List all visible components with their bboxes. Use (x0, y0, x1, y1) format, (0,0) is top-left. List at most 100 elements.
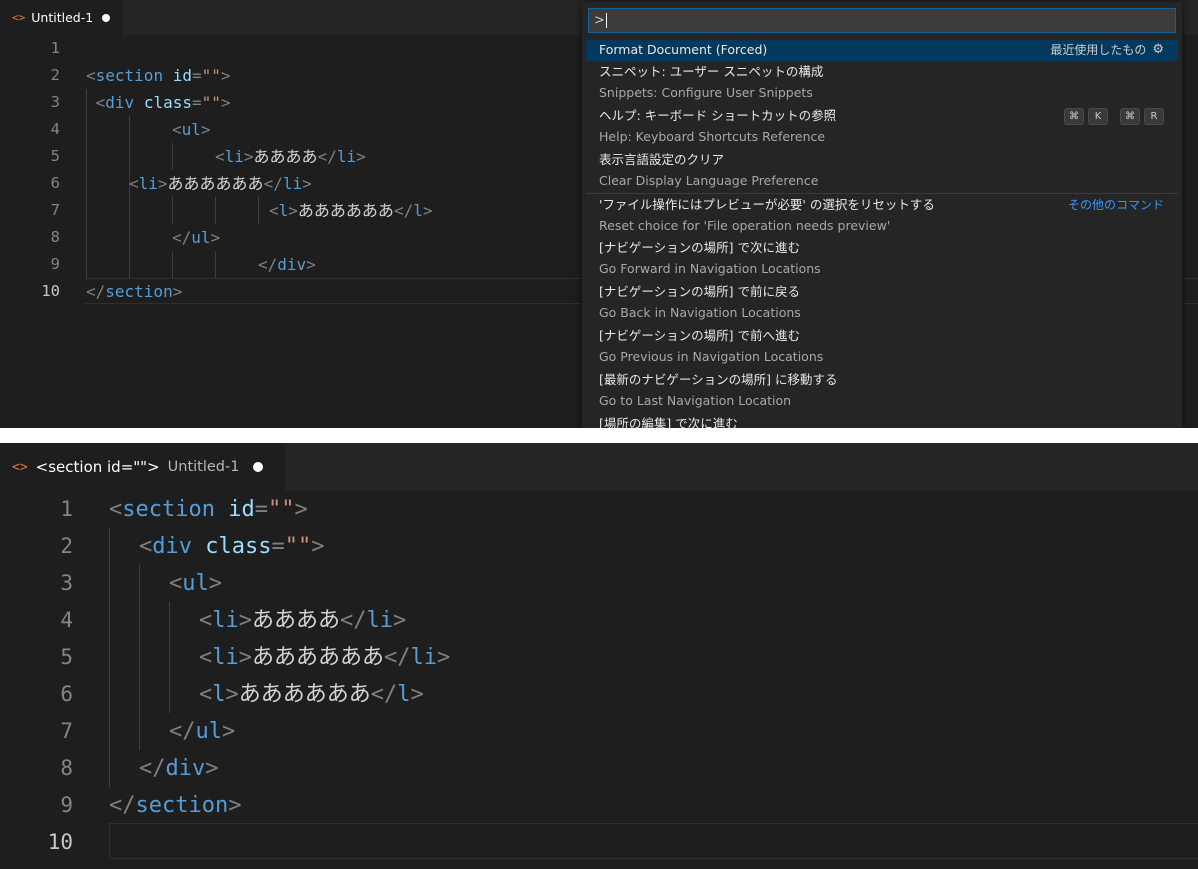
code-token: < (86, 66, 96, 85)
line-number: 8 (50, 228, 60, 246)
code-token: l (278, 201, 289, 220)
line-number: 10 (47, 830, 73, 854)
line-content: </section> (109, 787, 241, 824)
command-item[interactable]: ヘルプ: キーボード ショートカットの参照 Help: Keyboard Sho… (586, 106, 1178, 148)
code-token: div (105, 93, 135, 112)
code-token: ul (195, 719, 223, 744)
command-item[interactable]: [ナビゲーションの場所] で前に戻る Go Back in Navigation… (586, 282, 1178, 324)
command-detail: Snippets: Configure User Snippets (599, 85, 813, 100)
breadcrumb: <section id=""> (35, 458, 160, 476)
line-number: 6 (50, 174, 60, 192)
bottom-editor-window: <> <section id=""> Untitled-1 1 <section … (0, 443, 1198, 869)
code-token: li (212, 645, 239, 670)
unsaved-dot-icon[interactable] (102, 13, 111, 22)
unsaved-dot-icon[interactable] (253, 462, 264, 472)
code-token: id (228, 497, 255, 522)
command-item[interactable]: Format Document (Forced) 最近使用したもの ⚙ (586, 40, 1178, 61)
code-token: < (172, 120, 182, 139)
tab-untitled-1[interactable]: <> Untitled-1 (0, 0, 122, 35)
code-token: > (294, 497, 308, 522)
code-line: 10 (0, 824, 1198, 861)
code-token: < (129, 174, 139, 193)
code-token: ul (181, 120, 201, 139)
code-line: 7 </ul> (0, 713, 1198, 750)
code-token: < (95, 93, 106, 112)
code-token: ul (191, 228, 211, 247)
code-token: </ (86, 282, 106, 301)
command-item[interactable]: 'ファイル操作にはプレビューが必要' の選択をリセットする Reset choi… (586, 195, 1178, 237)
code-token: > (356, 147, 366, 166)
code-token: id (172, 66, 192, 85)
command-detail: Help: Keyboard Shortcuts Reference (599, 129, 826, 144)
line-content: <div class=""> (86, 89, 231, 116)
line-number: 8 (60, 756, 73, 780)
command-detail: Clear Display Language Preference (599, 173, 819, 188)
line-content: <ul> (172, 116, 211, 143)
code-token: > (205, 756, 219, 781)
code-file-icon: <> (12, 11, 26, 24)
code-token: ああああ (252, 608, 341, 633)
code-token: = (271, 534, 285, 559)
code-token: </ (317, 147, 337, 166)
command-item[interactable]: [最新のナビゲーションの場所] に移動する Go to Last Navigat… (586, 370, 1178, 412)
command-detail: Go to Last Navigation Location (599, 393, 792, 408)
panel-divider (0, 428, 1198, 443)
line-content: <li>ああああああ</li> (129, 170, 312, 197)
code-token: > (225, 682, 239, 707)
code-token: </ (384, 645, 411, 670)
line-number: 3 (60, 571, 73, 595)
code-token: > (208, 571, 222, 596)
code-token: < (215, 147, 225, 166)
code-token: class (143, 93, 192, 112)
line-content: <l>ああああああ</l> (269, 197, 432, 224)
code-token: ああああああ (167, 174, 264, 193)
other-commands-label: その他のコマンド (1067, 198, 1164, 212)
line-number: 9 (50, 255, 60, 273)
line-number: 4 (50, 120, 60, 138)
line-number: 5 (60, 645, 73, 669)
command-palette: > Format Document (Forced) 最近使用したもの ⚙ スニペ… (582, 2, 1182, 428)
code-token: li (138, 174, 158, 193)
code-token: ああああああ (238, 682, 371, 707)
code-line: 2 <div class=""> (0, 528, 1198, 565)
code-line: 4 <li>ああああ</li> (0, 602, 1198, 639)
command-item[interactable]: スニペット: ユーザー スニペットの構成 Snippets: Configure… (586, 62, 1178, 104)
code-token: > (410, 682, 424, 707)
command-detail: Go Forward in Navigation Locations (599, 261, 821, 276)
line-content: </ul> (169, 713, 235, 750)
line-number: 1 (60, 497, 73, 521)
line-number: 5 (50, 147, 60, 165)
command-item[interactable]: [場所の編集] で次に進む (586, 414, 1178, 428)
gear-icon[interactable]: ⚙ (1152, 40, 1164, 60)
code-token: ul (182, 571, 209, 596)
line-content: <section id=""> (109, 491, 308, 528)
command-palette-input[interactable]: > (588, 8, 1176, 33)
line-number: 9 (60, 793, 73, 817)
command-item[interactable]: [ナビゲーションの場所] で前へ進む Go Previous in Naviga… (586, 326, 1178, 368)
code-editor[interactable]: 1 <section id=""> 2 <div class=""> 3 <ul> 4… (0, 491, 1198, 869)
line-number: 7 (60, 719, 73, 743)
command-item[interactable]: [ナビゲーションの場所] で次に進む Go Forward in Navigat… (586, 238, 1178, 280)
command-item[interactable]: 表示言語設定のクリア Clear Display Language Prefer… (586, 150, 1178, 192)
top-editor-window: <> Untitled-1 1 2 <section id=""> 3 <div … (0, 0, 1198, 428)
code-token: section (95, 66, 164, 85)
tab-untitled-1[interactable]: <> <section id=""> Untitled-1 (0, 443, 285, 491)
code-token: </ (393, 201, 414, 220)
line-number: 3 (50, 93, 60, 111)
code-token: = (254, 497, 268, 522)
code-token: li (336, 147, 357, 166)
code-token: li (282, 174, 303, 193)
command-label: [ナビゲーションの場所] で前に戻る (599, 284, 800, 299)
line-content: <section id=""> (86, 62, 231, 89)
line-number: 10 (41, 282, 60, 300)
line-content: </div> (258, 251, 316, 278)
recently-used-label: 最近使用したもの ⚙ (1050, 40, 1164, 60)
code-token: l (413, 201, 423, 220)
code-token: </ (340, 608, 367, 633)
line-content: <li>ああああ</li> (199, 602, 406, 639)
code-token: div (165, 756, 206, 781)
code-token: < (139, 534, 153, 559)
code-token: ああああ (253, 147, 318, 166)
